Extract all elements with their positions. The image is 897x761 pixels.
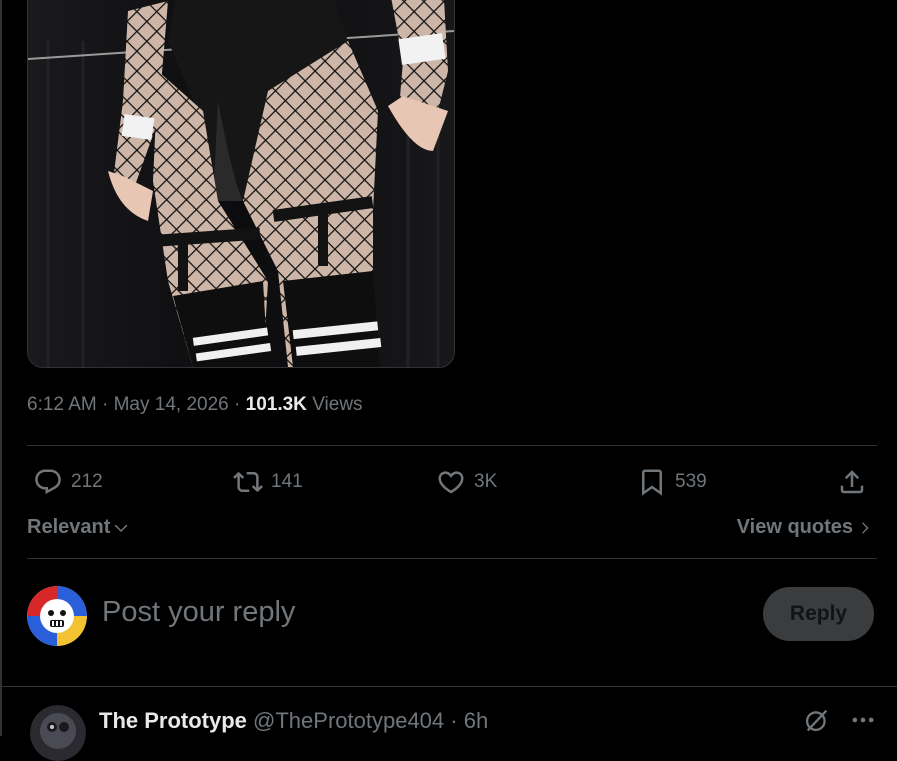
reply-compose-input[interactable]: Post your reply [102,596,295,629]
reply-sort-label: Relevant [27,516,111,538]
meta-separator: · [234,394,241,415]
bookmark-count: 539 [675,471,707,492]
reply-author-name[interactable]: The Prototype [99,708,247,733]
current-user-avatar[interactable] [27,586,87,646]
bookmark-button[interactable]: 539 [637,458,707,506]
post-time[interactable]: 6:12 AM [27,394,97,415]
reply-button[interactable]: 212 [33,458,103,506]
post-meta: 6:12 AM · May 14, 2026 · 101.3K Views [27,394,363,416]
reply-sort-dropdown[interactable]: Relevant [27,516,130,539]
view-quotes-label: View quotes [736,516,853,538]
reply-header: The Prototype @ThePrototype404 · 6h [99,708,488,734]
chevron-right-icon [862,521,869,534]
views-count: 101.3K [245,394,307,415]
share-icon [840,470,864,494]
reply-header-actions [803,706,877,734]
reply-time[interactable]: 6h [464,708,488,733]
photo-content [28,0,454,367]
divider [27,558,877,559]
repost-button[interactable]: 141 [233,458,303,506]
chevron-down-icon [115,524,128,532]
post-date[interactable]: May 14, 2026 [114,394,229,415]
avatar-image [27,586,87,646]
reply-author-avatar[interactable] [30,705,86,761]
reply-submit-button[interactable]: Reply [763,587,874,641]
avatar-image [30,705,86,761]
views-label: Views [312,394,363,415]
reply-bubble-icon [35,469,61,495]
reply-count: 212 [71,471,103,492]
divider [27,445,877,446]
bookmark-icon [642,469,662,496]
repost-icon [233,471,263,493]
column-border [0,0,2,736]
reply-post[interactable]: The Prototype @ThePrototype404 · 6h [0,686,897,761]
like-button[interactable]: 3K [436,458,497,506]
repost-count: 141 [271,471,303,492]
post-media-image[interactable] [27,0,455,368]
post-action-bar: 212 141 3K 539 [27,458,877,506]
more-dots-icon[interactable] [849,706,877,734]
reply-author-handle[interactable]: @ThePrototype404 [253,708,444,733]
reply-separator: · [450,708,458,733]
meta-separator: · [102,394,109,415]
like-count: 3K [474,471,498,492]
grok-icon[interactable] [803,706,831,734]
heart-icon [438,471,464,494]
view-quotes-link[interactable]: View quotes [737,516,873,539]
share-button[interactable] [837,458,867,506]
reply-submit-label: Reply [789,602,848,625]
